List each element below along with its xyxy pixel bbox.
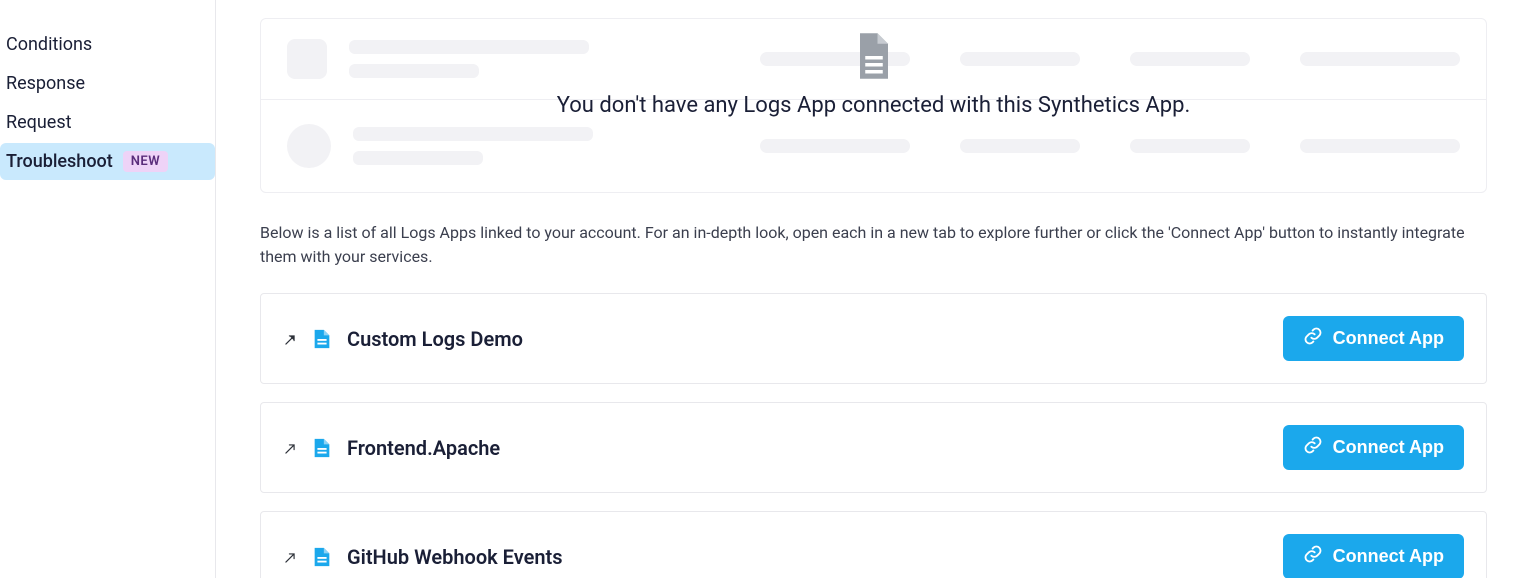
sidebar-item-troubleshoot[interactable]: Troubleshoot NEW: [0, 143, 215, 180]
skeleton-pill: [1130, 139, 1250, 153]
logs-app-row: Custom Logs Demo Connect App: [260, 293, 1487, 384]
document-icon: [311, 546, 333, 568]
skeleton-line: [353, 151, 483, 165]
connect-button-label: Connect App: [1333, 437, 1444, 458]
open-in-new-icon[interactable]: [283, 550, 297, 564]
skeleton-pill: [1300, 52, 1460, 66]
sidebar-item-label: Response: [6, 73, 85, 94]
skeleton-lines: [353, 127, 593, 165]
open-in-new-icon[interactable]: [283, 441, 297, 455]
connect-button-label: Connect App: [1333, 546, 1444, 567]
sidebar-item-label: Troubleshoot: [6, 151, 113, 172]
skeleton-line: [349, 64, 479, 78]
skeleton-avatar: [287, 124, 331, 168]
app-name: GitHub Webhook Events: [347, 545, 563, 569]
link-icon: [1303, 435, 1323, 460]
skeleton-lines: [349, 40, 589, 78]
sidebar-item-request[interactable]: Request: [0, 104, 215, 141]
connect-button-label: Connect App: [1333, 328, 1444, 349]
sidebar-item-label: Request: [6, 112, 72, 133]
connect-app-button[interactable]: Connect App: [1283, 425, 1464, 470]
skeleton-pill: [960, 139, 1080, 153]
logs-app-row: GitHub Webhook Events Connect App: [260, 511, 1487, 578]
document-icon: [311, 328, 333, 350]
link-icon: [1303, 326, 1323, 351]
app-name: Custom Logs Demo: [347, 327, 523, 351]
logs-app-row: Frontend.Apache Connect App: [260, 402, 1487, 493]
new-badge: NEW: [123, 151, 168, 172]
skeleton-line: [353, 127, 593, 141]
description-text: Below is a list of all Logs Apps linked …: [260, 221, 1487, 269]
skeleton-pill: [760, 139, 910, 153]
main-content: You don't have any Logs App connected wi…: [216, 0, 1527, 578]
skeleton-pill: [1130, 52, 1250, 66]
app-name: Frontend.Apache: [347, 436, 500, 460]
skeleton-pill: [1300, 139, 1460, 153]
sidebar-item-response[interactable]: Response: [0, 65, 215, 102]
skeleton-row: [261, 99, 1486, 192]
link-icon: [1303, 544, 1323, 569]
skeleton-line: [349, 40, 589, 54]
skeleton-pill: [960, 52, 1080, 66]
sidebar-item-conditions[interactable]: Conditions: [0, 26, 215, 63]
sidebar: Conditions Response Request Troubleshoot…: [0, 0, 216, 578]
empty-state-card: You don't have any Logs App connected wi…: [260, 18, 1487, 193]
skeleton-pill: [760, 52, 910, 66]
connect-app-button[interactable]: Connect App: [1283, 534, 1464, 578]
open-in-new-icon[interactable]: [283, 332, 297, 346]
skeleton-avatar: [287, 39, 327, 79]
connect-app-button[interactable]: Connect App: [1283, 316, 1464, 361]
skeleton-row: [261, 19, 1486, 99]
sidebar-item-label: Conditions: [6, 34, 92, 55]
document-icon: [311, 437, 333, 459]
